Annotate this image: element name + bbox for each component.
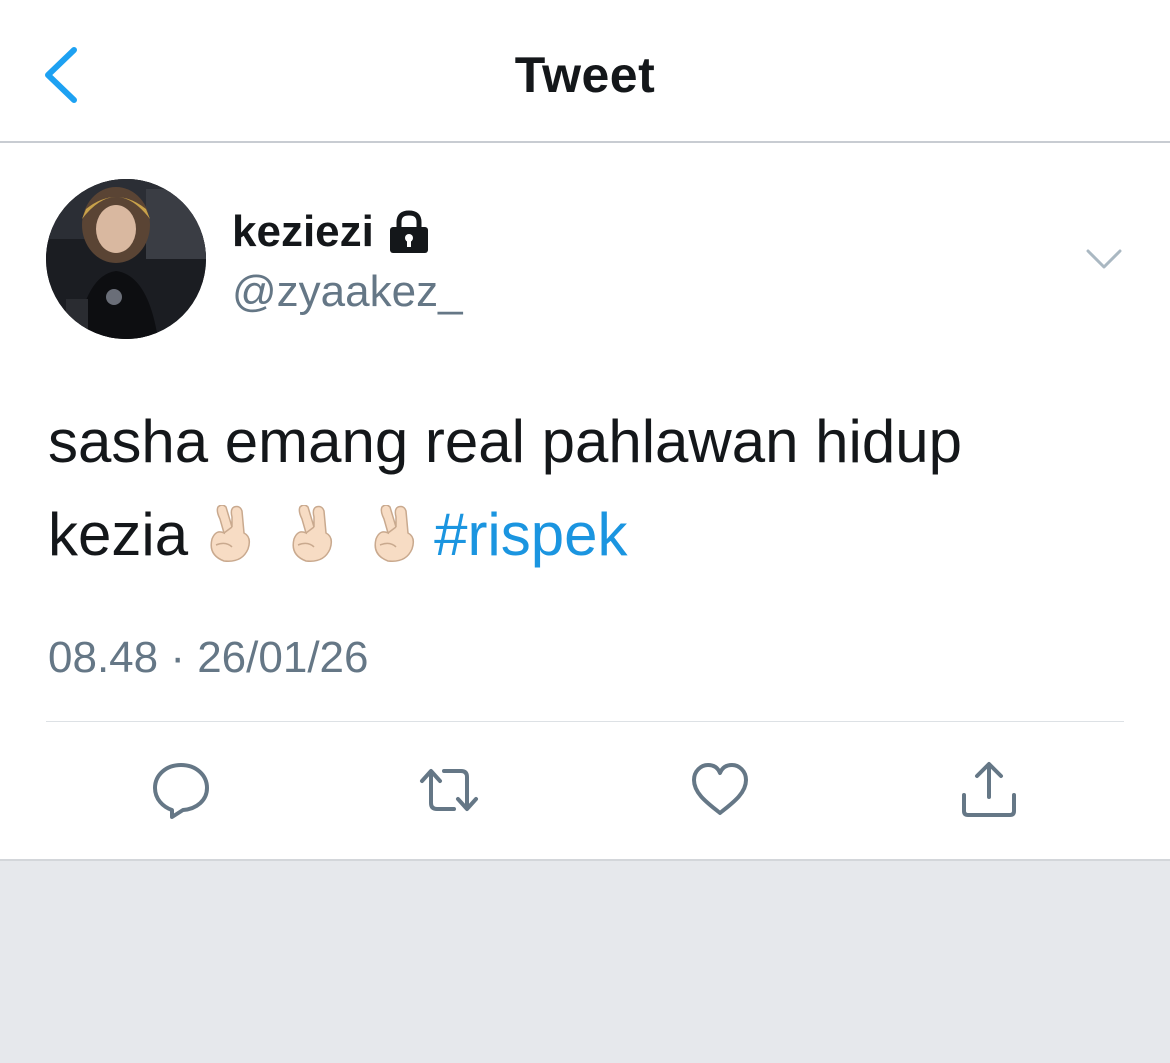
page-title: Tweet [514, 47, 656, 103]
tweet-text: sasha emang real pahlawan hidup kezia #r… [48, 395, 1128, 581]
avatar[interactable] [46, 179, 206, 339]
display-name[interactable]: keziezi [232, 207, 374, 257]
crossed-fingers-emoji-icon [284, 496, 338, 562]
retweet-icon [420, 769, 478, 811]
tweet-text-word: kezia [48, 501, 189, 568]
like-button[interactable] [689, 759, 751, 821]
avatar-photo [46, 179, 206, 339]
reply-button[interactable] [150, 759, 212, 821]
reply-icon [153, 763, 209, 819]
author-name-row: keziezi [232, 207, 430, 257]
share-icon [962, 762, 1016, 817]
crossed-fingers-emoji-icon [202, 496, 256, 562]
user-handle[interactable]: @zyaakez_ [232, 267, 463, 317]
retweet-button[interactable] [418, 759, 480, 821]
like-icon [692, 763, 748, 815]
share-button[interactable] [958, 759, 1020, 821]
tweet-detail: keziezi @zyaakez_ sasha emang real pahla… [0, 145, 1170, 859]
empty-background-area [0, 859, 1170, 1063]
divider [46, 721, 1124, 722]
tweet-text-line-1: sasha emang real pahlawan hidup [48, 408, 962, 475]
more-options-button[interactable] [1084, 243, 1124, 277]
crossed-fingers-emoji-icon [366, 496, 420, 562]
tweet-timestamp: 08.48 · 26/01/26 [48, 633, 369, 682]
lock-icon [388, 210, 430, 254]
hashtag-link[interactable]: #rispek [434, 501, 627, 568]
chevron-down-icon [1086, 249, 1122, 269]
tweet-text-line-2: kezia #rispek [48, 488, 1128, 581]
top-navigation-bar: Tweet [0, 0, 1170, 143]
